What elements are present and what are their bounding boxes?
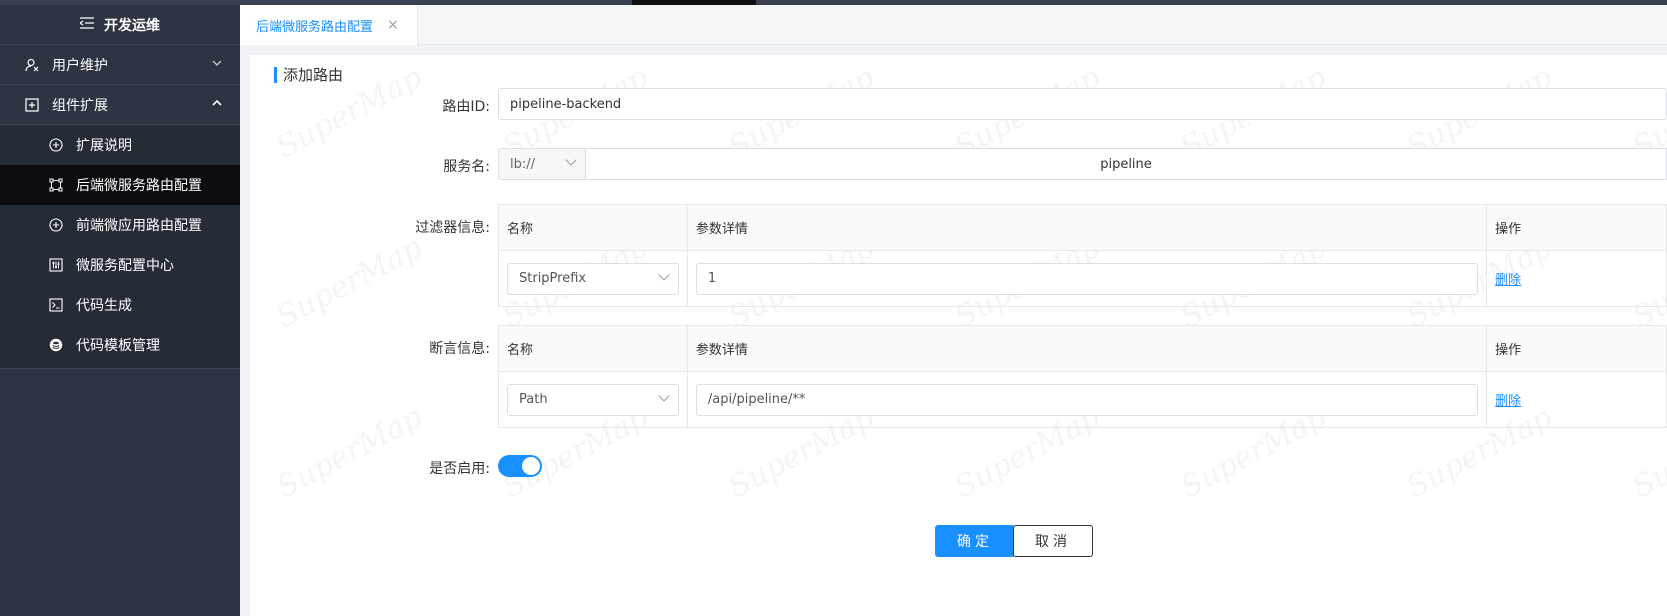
menu-fold-icon[interactable] <box>78 16 94 33</box>
tab-bar: 后端微服务路由配置 × <box>240 5 1667 45</box>
chevron-up-icon <box>212 97 222 110</box>
enabled-label: 是否启用: <box>429 461 490 477</box>
plus-circle-icon <box>48 137 64 153</box>
user-icon <box>24 57 40 73</box>
delete-filter-link[interactable]: 删除 <box>1495 273 1521 288</box>
sidebar-item-frontend-route-config[interactable]: 前端微应用路由配置 <box>0 205 240 245</box>
sidebar-item-label: 后端微服务路由配置 <box>76 178 202 194</box>
sidebar-item-label: 代码生成 <box>76 298 132 314</box>
predicate-name-value: Path <box>519 392 548 407</box>
filters-label: 过滤器信息: <box>415 220 490 236</box>
close-icon[interactable]: × <box>387 17 399 33</box>
predicate-action-cell: 删除 <box>1486 371 1667 428</box>
column-header-params: 参数详情 <box>686 325 1488 372</box>
plus-square-icon <box>24 97 40 113</box>
toggle-knob <box>522 457 540 475</box>
sidebar-title: 开发运维 <box>104 17 160 34</box>
sidebar-item-label: 前端微应用路由配置 <box>76 218 202 234</box>
predicate-param-cell: /api/pipeline/** <box>686 371 1488 428</box>
chevron-down-icon <box>658 268 670 281</box>
tab-backend-route-config[interactable]: 后端微服务路由配置 × <box>240 5 418 45</box>
sidebar-item-label: 微服务配置中心 <box>76 258 174 274</box>
tab-label: 后端微服务路由配置 <box>256 19 374 35</box>
column-header-name: 名称 <box>498 204 688 251</box>
sidebar-item-code-generation[interactable]: 代码生成 <box>0 285 240 325</box>
service-name-label: 服务名: <box>443 159 490 175</box>
chevron-down-icon <box>212 57 222 70</box>
main-content: SuperMapSuperMapSuperMapSuperMapSuperMap… <box>240 45 1667 616</box>
plus-circle-icon <box>48 217 64 233</box>
filter-param-cell: 1 <box>686 250 1488 307</box>
column-header-name: 名称 <box>498 325 688 372</box>
delete-predicate-link[interactable]: 删除 <box>1495 394 1521 409</box>
form-panel: SuperMapSuperMapSuperMapSuperMapSuperMap… <box>250 55 1667 616</box>
sidebar-group-component-extension[interactable]: 组件扩展 <box>0 85 240 125</box>
sidebar-item-config-center[interactable]: 微服务配置中心 <box>0 245 240 285</box>
service-name-input[interactable]: pipeline <box>585 148 1667 180</box>
cancel-button[interactable]: 取消 <box>1013 525 1093 557</box>
column-header-actions: 操作 <box>1486 325 1667 372</box>
predicates-label: 断言信息: <box>429 341 490 357</box>
sliders-icon <box>48 257 64 273</box>
predicate-param-input[interactable]: /api/pipeline/** <box>695 383 1479 416</box>
sidebar-item-code-template[interactable]: 代码模板管理 <box>0 325 240 365</box>
table-row: StripPrefix 1 删除 <box>498 250 1667 307</box>
sidebar-item-label: 代码模板管理 <box>76 338 160 354</box>
column-header-actions: 操作 <box>1486 204 1667 251</box>
database-icon <box>48 337 64 353</box>
protocol-select[interactable]: lb:// <box>498 148 586 180</box>
protocol-value: lb:// <box>510 156 536 172</box>
sidebar: 开发运维 用户维护 组件扩展 扩展说明 后端微服务路由配置 前端微应用路由配置 … <box>0 5 240 616</box>
route-id-input[interactable]: pipeline-backend <box>498 88 1667 120</box>
terminal-icon <box>48 297 64 313</box>
filters-table: 名称 参数详情 操作 StripPrefix 1 删除 <box>498 204 1667 307</box>
route-nodes-icon <box>48 177 64 193</box>
sidebar-group-user-maintenance[interactable]: 用户维护 <box>0 45 240 85</box>
chevron-down-icon <box>658 389 670 402</box>
filter-name-cell: StripPrefix <box>498 250 688 307</box>
filter-name-select[interactable]: StripPrefix <box>507 262 679 295</box>
watermark-logo: SuperMap <box>271 230 428 336</box>
chevron-down-icon <box>565 154 577 166</box>
predicate-name-select[interactable]: Path <box>507 383 679 416</box>
sidebar-item-label: 扩展说明 <box>76 138 132 154</box>
filter-param-input[interactable]: 1 <box>695 262 1479 295</box>
predicates-table: 名称 参数详情 操作 Path /api/pipeline/** 删除 <box>498 325 1667 428</box>
route-id-label: 路由ID: <box>442 99 490 115</box>
predicate-name-cell: Path <box>498 371 688 428</box>
sidebar-group-label: 用户维护 <box>52 57 108 74</box>
sidebar-submenu: 扩展说明 后端微服务路由配置 前端微应用路由配置 微服务配置中心 代码生成 代码… <box>0 125 240 365</box>
filter-name-value: StripPrefix <box>519 271 587 286</box>
table-header-row: 名称 参数详情 操作 <box>498 204 1667 251</box>
enabled-toggle[interactable] <box>498 455 542 477</box>
column-header-params: 参数详情 <box>686 204 1488 251</box>
sidebar-group-label: 组件扩展 <box>52 97 108 114</box>
confirm-button[interactable]: 确定 <box>935 525 1015 557</box>
sidebar-header[interactable]: 开发运维 <box>0 5 240 45</box>
filter-action-cell: 删除 <box>1486 250 1667 307</box>
sidebar-item-extension-guide[interactable]: 扩展说明 <box>0 125 240 165</box>
page-title: 添加路由 <box>274 67 343 83</box>
sidebar-item-backend-route-config[interactable]: 后端微服务路由配置 <box>0 165 240 205</box>
table-header-row: 名称 参数详情 操作 <box>498 325 1667 372</box>
sidebar-submenu-end <box>0 365 240 369</box>
watermark-logo: SuperMap <box>271 400 428 506</box>
table-row: Path /api/pipeline/** 删除 <box>498 371 1667 428</box>
